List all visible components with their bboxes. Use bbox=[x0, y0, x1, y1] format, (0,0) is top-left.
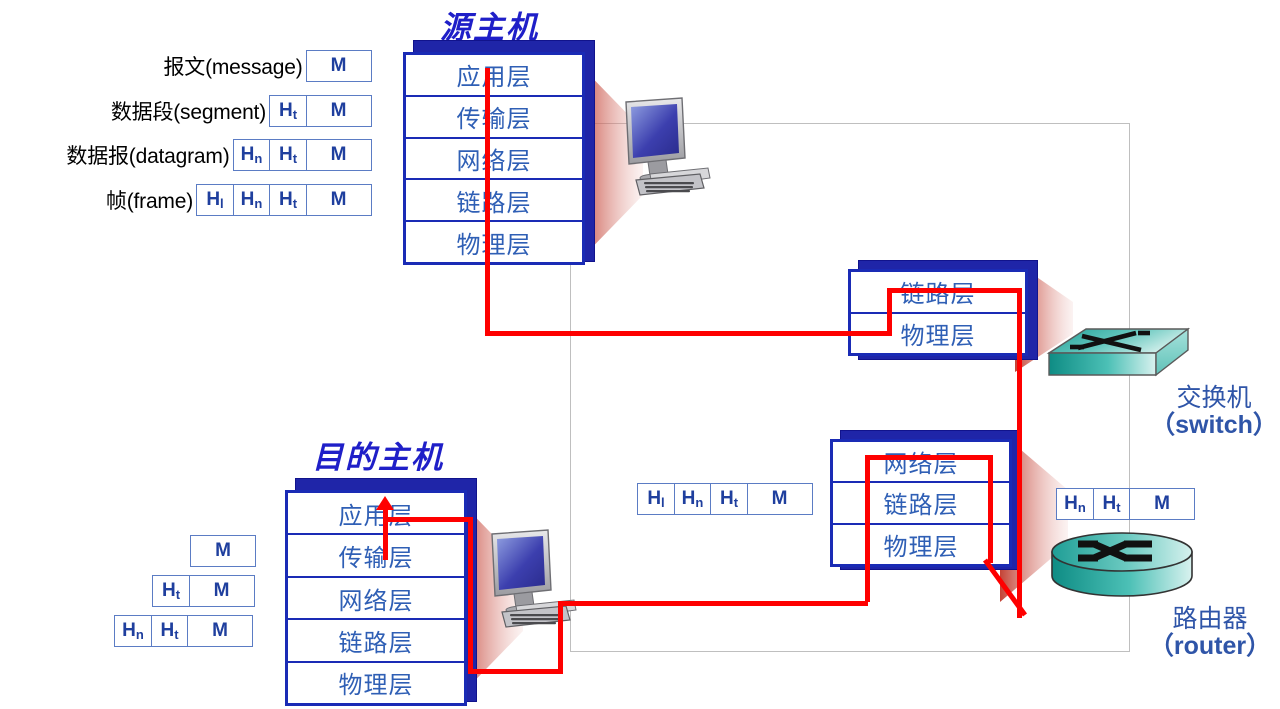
enc3-cell-ht: Ht bbox=[269, 184, 307, 216]
encapsulation-label-0: 报文(message) bbox=[163, 56, 303, 79]
path-source-down bbox=[485, 68, 490, 336]
enc0-cell-m: M bbox=[305, 50, 372, 82]
encapsulation-label-1: 数据段(segment) bbox=[110, 101, 266, 124]
routerdatagram-cell-m: M bbox=[1129, 488, 1195, 520]
router-caption-cn: 路由器 bbox=[1172, 605, 1248, 633]
source-host-stack-wrap: 应用层 传输层 网络层 链路层 物理层 bbox=[403, 40, 595, 265]
decap1-cell-ht: Ht bbox=[152, 575, 190, 607]
path-source-to-switch bbox=[485, 331, 892, 336]
path-dest-down bbox=[558, 601, 563, 673]
source-host-stack: 应用层 传输层 网络层 链路层 物理层 bbox=[403, 52, 585, 265]
destination-host-layer-4[interactable]: 物理层 bbox=[288, 662, 464, 704]
router-stack-wrap: 网络层 链路层 物理层 bbox=[830, 430, 1025, 575]
enc1-cell-m: M bbox=[305, 95, 372, 127]
switch-caption-en: （switch） bbox=[1150, 411, 1278, 439]
destination-host-layer-2[interactable]: 网络层 bbox=[288, 577, 464, 621]
source-host-layer-0[interactable]: 应用层 bbox=[406, 55, 582, 97]
source-host-layer-2[interactable]: 网络层 bbox=[406, 138, 582, 181]
destination-host-layer-3[interactable]: 链路层 bbox=[288, 620, 464, 663]
encapsulation-row-2: 数据报(datagram) Hn Ht M bbox=[0, 139, 372, 171]
router-datagram-pdu: HnHtM bbox=[1056, 488, 1195, 520]
enc2-cell-hn: Hn bbox=[232, 139, 271, 171]
decap0-cell-m: M bbox=[190, 535, 256, 567]
path-dest-up bbox=[468, 517, 473, 673]
destination-host-layer-1[interactable]: 传输层 bbox=[288, 535, 464, 578]
linkframe-cell-hn: Hn bbox=[673, 483, 712, 515]
routerdatagram-cell-ht: Ht bbox=[1092, 488, 1131, 520]
encapsulation-label-3: 帧(frame) bbox=[105, 190, 193, 213]
path-switch-up bbox=[887, 288, 892, 336]
encapsulation-pdu-1: HtM bbox=[269, 95, 372, 127]
encapsulation-label-2: 数据报(datagram) bbox=[66, 145, 230, 168]
source-host-layer-4[interactable]: 物理层 bbox=[406, 222, 582, 262]
router-caption-en: （router） bbox=[1148, 632, 1272, 660]
link-frame-pdu: HlHnHtM bbox=[637, 483, 813, 515]
decap2-cell-hn: Hn bbox=[114, 615, 152, 647]
linkframe-cell-hl: Hl bbox=[637, 483, 675, 515]
enc3-cell-hn: Hn bbox=[232, 184, 271, 216]
encapsulation-row-1: 数据段(segment) Ht M bbox=[0, 95, 372, 127]
routerdatagram-cell-hn: Hn bbox=[1056, 488, 1094, 520]
router-layer-0[interactable]: 网络层 bbox=[833, 442, 1009, 484]
decapsulation-pdu-2: HnHtM bbox=[114, 615, 253, 647]
source-host-layer-3[interactable]: 链路层 bbox=[406, 180, 582, 223]
switch-icon bbox=[1046, 327, 1191, 377]
enc3-cell-hl: Hl bbox=[196, 184, 234, 216]
encapsulation-pdu-2: HnHtM bbox=[232, 139, 372, 171]
switch-caption-cn: 交换机 bbox=[1176, 384, 1252, 412]
router-layer-1[interactable]: 链路层 bbox=[833, 483, 1009, 525]
destination-host-computer-icon bbox=[491, 529, 577, 628]
decapsulation-pdu-1: HtM bbox=[152, 575, 255, 607]
path-dest-app-in bbox=[383, 517, 473, 522]
decapsulation-pdu-0: M bbox=[190, 535, 256, 567]
path-router-to-dest bbox=[558, 601, 868, 606]
enc2-cell-m: M bbox=[305, 139, 372, 171]
path-router-diagonal bbox=[982, 558, 1028, 617]
source-host-computer-icon bbox=[625, 97, 711, 196]
encapsulation-row-0: 报文(message) M bbox=[0, 50, 372, 82]
path-router-left-down bbox=[865, 455, 870, 602]
encapsulation-pdu-0: M bbox=[305, 50, 372, 82]
router-caption: 路由器 （router） bbox=[1140, 606, 1280, 660]
switch-stack: 链路层 物理层 bbox=[848, 269, 1028, 356]
enc1-cell-ht: Ht bbox=[269, 95, 307, 127]
path-router-network-layer bbox=[865, 455, 993, 460]
path-dest-app-up bbox=[383, 508, 388, 560]
path-dest-arrowhead bbox=[376, 496, 394, 510]
path-router-right-down bbox=[988, 455, 993, 563]
path-switch-link-layer bbox=[887, 288, 1022, 293]
destination-host-stack: 应用层 传输层 网络层 链路层 物理层 bbox=[285, 490, 467, 706]
source-host-layer-1[interactable]: 传输层 bbox=[406, 96, 582, 139]
enc2-cell-ht: Ht bbox=[269, 139, 307, 171]
decap2-cell-ht: Ht bbox=[150, 615, 189, 647]
switch-caption: 交换机 （switch） bbox=[1148, 385, 1280, 439]
path-dest-physical-layer bbox=[468, 669, 563, 674]
router-icon bbox=[1051, 532, 1193, 597]
encapsulation-row-3: 帧(frame) Hl Hn Ht M bbox=[0, 184, 372, 216]
linkframe-cell-ht: Ht bbox=[710, 483, 748, 515]
switch-stack-wrap: 链路层 物理层 bbox=[848, 260, 1038, 365]
enc3-cell-m: M bbox=[305, 184, 372, 216]
decap1-cell-m: M bbox=[188, 575, 255, 607]
diagram-canvas: 报文(message) M 数据段(segment) Ht M 数据报(datagram)… bbox=[0, 0, 1280, 709]
linkframe-cell-m: M bbox=[746, 483, 813, 515]
destination-host-stack-wrap: 应用层 传输层 网络层 链路层 物理层 bbox=[285, 478, 477, 706]
decap2-cell-m: M bbox=[187, 615, 253, 647]
encapsulation-pdu-3: HlHnHtM bbox=[196, 184, 372, 216]
destination-host-title: 目的主机 bbox=[312, 440, 444, 476]
